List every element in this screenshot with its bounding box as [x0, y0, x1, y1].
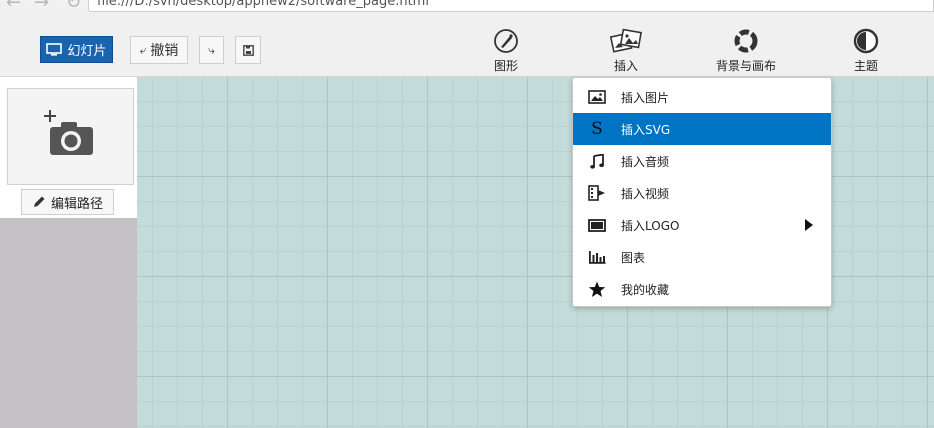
menu-item-label: 我的收藏 [621, 282, 670, 297]
menu-item-chart[interactable]: 图表 [573, 241, 831, 273]
slides-button[interactable]: 幻灯片 [40, 36, 113, 63]
menu-item-label: 插入SVG [621, 122, 671, 137]
picture-icon [588, 90, 606, 104]
monitor-icon [46, 43, 63, 56]
slides-label: 幻灯片 [67, 44, 107, 59]
tool-insert-label: 插入 [613, 59, 638, 73]
submenu-arrow-icon [805, 219, 813, 231]
edit-path-button[interactable]: 编辑路径 [21, 189, 114, 215]
bar-chart-icon [589, 251, 606, 264]
forward-arrow-icon[interactable]: → [34, 0, 49, 12]
tool-shapes-label: 图形 [493, 59, 518, 73]
redo-arrow-icon: ⤷ [208, 42, 215, 57]
ring-icon [734, 29, 758, 53]
contrast-icon [853, 28, 879, 54]
music-note-icon [590, 153, 604, 169]
insert-dropdown-menu: 插入图片 S 插入SVG 插入音频 插入视频 插入LOGO 图表 我的收藏 [572, 77, 832, 307]
undo-button[interactable]: ⤶ 撤销 [130, 36, 188, 64]
reload-icon[interactable]: ↻ [66, 0, 81, 12]
floppy-icon [242, 44, 254, 56]
svg-s-icon: S [591, 119, 603, 139]
back-arrow-icon[interactable]: ← [6, 0, 21, 12]
redo-button[interactable]: ⤷ [199, 36, 224, 64]
menu-item-label: 插入音频 [621, 154, 670, 169]
menu-item-label: 插入LOGO [621, 218, 680, 233]
image-placeholder[interactable] [7, 88, 134, 185]
tool-theme[interactable]: 主题 [826, 26, 906, 74]
menu-item-label: 图表 [621, 250, 646, 265]
browser-address-strip: ← → ↻ file:///D:/svn/desktop/appnew2/sof… [0, 0, 934, 12]
menu-item-insert-image[interactable]: 插入图片 [573, 81, 831, 113]
images-icon [610, 28, 642, 53]
menu-item-insert-logo[interactable]: 插入LOGO [573, 209, 831, 241]
add-photo-icon [44, 110, 93, 155]
undo-arrow-icon: ⤶ [139, 42, 147, 57]
tool-shapes[interactable]: 图形 [466, 26, 546, 74]
compass-icon [494, 29, 518, 53]
tool-background-label: 背景与画布 [715, 59, 776, 73]
main-toolbar: 幻灯片 ⤶ 撤销 ⤷ 图形 插入 背景与画布 主题 [0, 12, 934, 77]
video-icon [588, 185, 605, 201]
edit-path-label: 编辑路径 [50, 196, 103, 212]
undo-label: 撤销 [150, 43, 179, 59]
menu-item-insert-video[interactable]: 插入视频 [573, 177, 831, 209]
tool-background-canvas[interactable]: 背景与画布 [706, 26, 786, 74]
menu-item-label: 插入图片 [621, 90, 670, 105]
url-text: file:///D:/svn/desktop/appnew2/software_… [97, 0, 429, 9]
pencil-icon [33, 196, 45, 207]
tool-theme-label: 主题 [853, 59, 878, 73]
menu-item-insert-svg[interactable]: S 插入SVG [573, 113, 831, 145]
star-icon [588, 281, 606, 297]
menu-item-insert-audio[interactable]: 插入音频 [573, 145, 831, 177]
logo-rect-icon [588, 218, 606, 232]
menu-item-label: 插入视频 [621, 186, 670, 201]
tool-insert[interactable]: 插入 [586, 26, 666, 74]
menu-item-favorites[interactable]: 我的收藏 [573, 273, 831, 305]
url-bar[interactable]: file:///D:/svn/desktop/appnew2/software_… [88, 0, 934, 12]
left-panel: 编辑路径 [0, 77, 137, 428]
save-button[interactable] [235, 36, 261, 64]
